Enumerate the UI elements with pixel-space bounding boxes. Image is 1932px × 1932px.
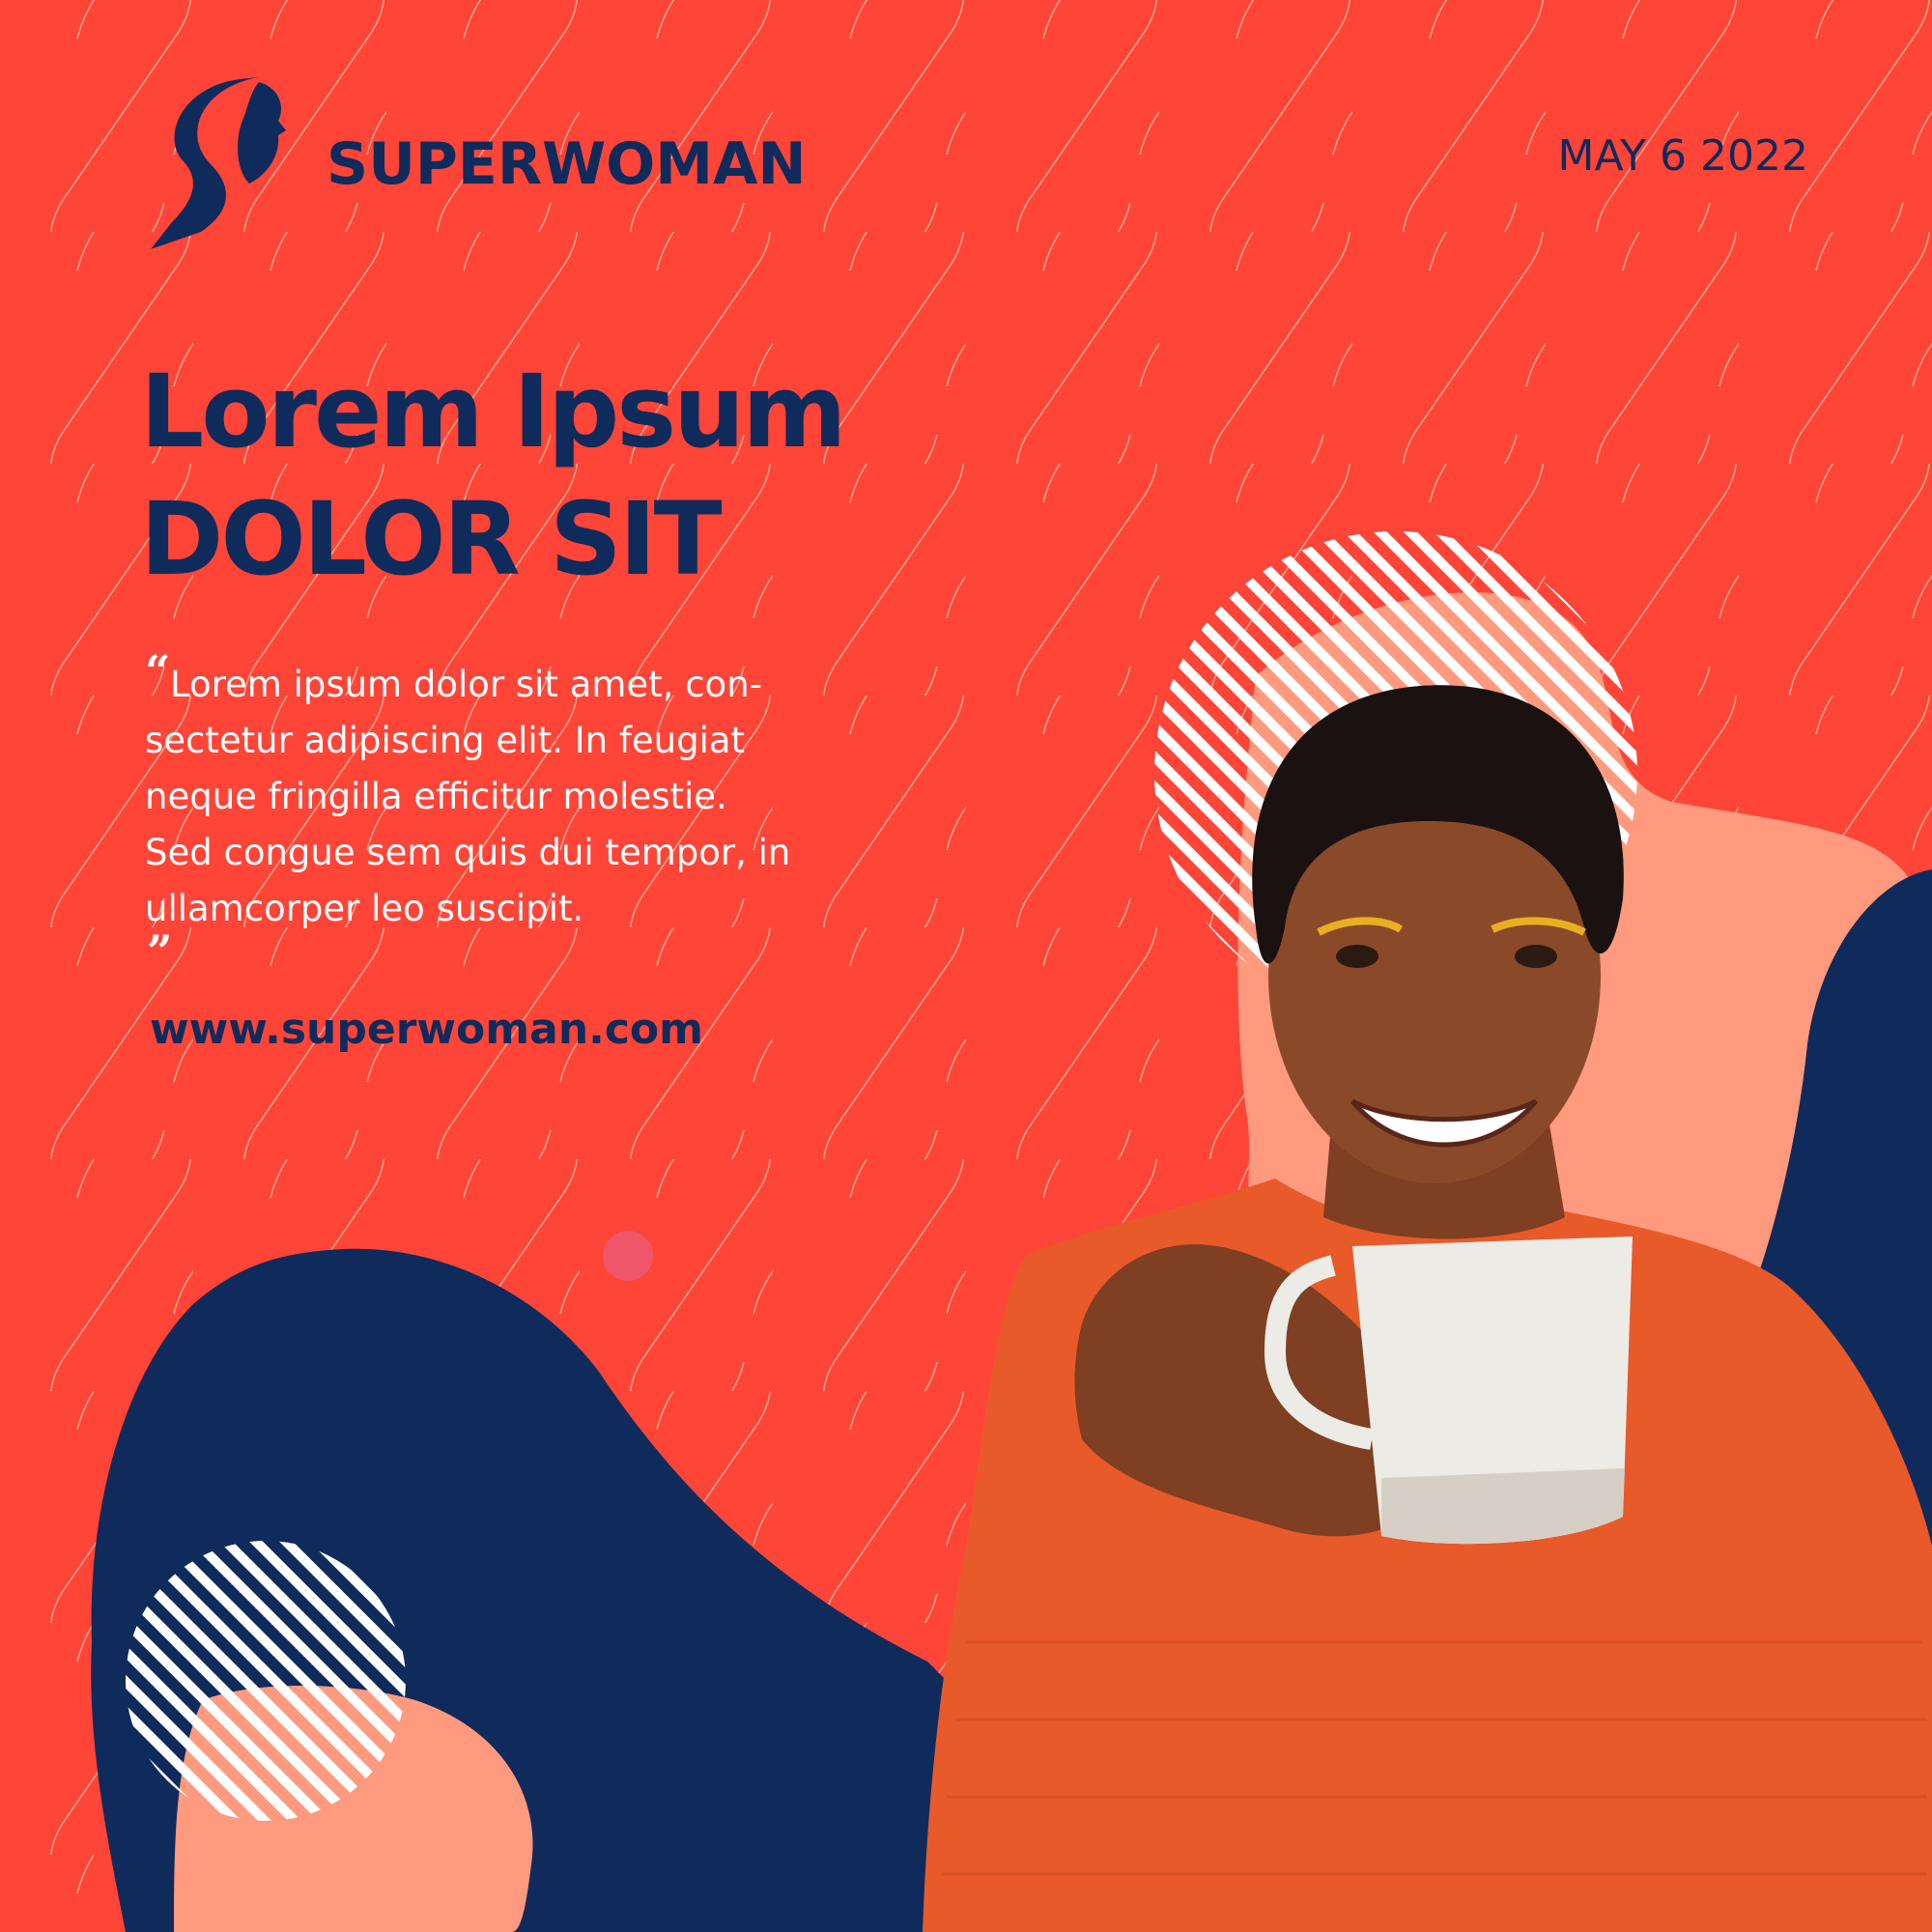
headline-line-2: DOLOR SIT [140,480,723,598]
headline: Lorem Ipsum DOLOR SIT [140,348,847,603]
quote-line-3: neque fringilla efficitur molestie. [145,776,727,817]
quote-line-4: Sed congue sem quis dui tempor, in [145,832,791,873]
date-label: MAY 6 2022 [1557,131,1808,181]
headline-line-1: Lorem Ipsum [140,353,847,470]
quote-line-2: sectetur adipiscing elit. In feugiat [145,720,746,761]
quote-line-1: Lorem ipsum dolor sit amet, con- [170,664,762,705]
brand-header: SUPERWOMAN [143,77,819,251]
brand-name: SUPERWOMAN [327,130,807,198]
poster: SUPERWOMAN MAY 6 2022 Lorem Ipsum DOLOR … [0,0,1932,1932]
quote-body: Lorem ipsum dolor sit amet, con- sectetu… [145,657,840,937]
quote-line-5: ullamcorper leo suscipit. [145,888,584,929]
woman-silhouette-s-logo-icon [151,77,286,249]
website-link[interactable]: www.superwoman.com [150,1005,703,1054]
smiling-woman-holding-mug-photo [923,685,1932,1932]
close-quote-mark: ” [147,925,173,978]
